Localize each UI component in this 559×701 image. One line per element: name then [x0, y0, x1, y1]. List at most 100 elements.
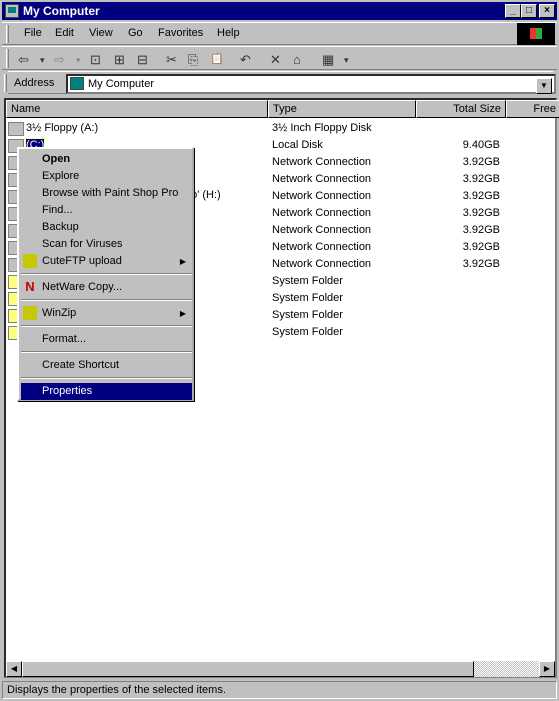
- menu-separator: [21, 273, 192, 275]
- menu-item-label: Open: [42, 153, 71, 165]
- scroll-right-button[interactable]: ▶: [539, 661, 555, 677]
- cut-button[interactable]: ✂: [166, 52, 177, 68]
- row-total-size: 3.92GB: [462, 207, 500, 219]
- menu-item-label: NetWare Copy...: [42, 281, 123, 293]
- row-total-size: 3.92GB: [462, 190, 500, 202]
- horizontal-scrollbar[interactable]: ◀ ▶: [6, 661, 555, 677]
- views-button[interactable]: ▦: [322, 52, 334, 68]
- copy-button[interactable]: ⎘: [188, 52, 198, 68]
- column-header-name[interactable]: Name: [6, 100, 268, 118]
- address-dropdown-button[interactable]: ▼: [536, 78, 552, 94]
- menu-item-label: Browse with Paint Shop Pro: [42, 187, 179, 199]
- window-title: My Computer: [23, 4, 100, 18]
- row-type: System Folder: [272, 292, 343, 304]
- menu-item-find[interactable]: Find...: [21, 202, 192, 219]
- menu-item-label: Explore: [42, 170, 80, 182]
- drive-icon: [8, 122, 24, 136]
- row-type: System Folder: [272, 275, 343, 287]
- column-header-free[interactable]: Free: [506, 100, 559, 118]
- menu-item-netware-copy[interactable]: N NetWare Copy...: [21, 279, 192, 296]
- address-bar: Address My Computer ▼: [4, 71, 556, 94]
- menu-grip[interactable]: [6, 25, 9, 43]
- menu-item-winzip[interactable]: WinZip ▶: [21, 305, 192, 322]
- row-total-size: 3.92GB: [462, 241, 500, 253]
- address-value: My Computer: [88, 78, 155, 90]
- scroll-track[interactable]: [474, 661, 539, 677]
- undo-button[interactable]: ↶: [240, 52, 251, 68]
- submenu-arrow-icon: ▶: [179, 309, 186, 318]
- menu-separator: [21, 377, 192, 379]
- menu-item-properties[interactable]: Properties: [21, 383, 192, 400]
- views-dropdown[interactable]: ▾: [344, 55, 349, 66]
- netware-icon: N: [25, 279, 35, 294]
- menu-view[interactable]: View: [89, 27, 113, 39]
- back-dropdown[interactable]: ▾: [40, 55, 45, 66]
- menu-item-label: Create Shortcut: [42, 359, 120, 371]
- toolbar: ⇦ ▾ ⇨ ▾ ⊡ ⊞ ⊟ ✂ ⎘ 📋 ↶ ✕ ⌂ ▦ ▾: [2, 46, 557, 70]
- row-type: Local Disk: [272, 139, 323, 151]
- menu-separator: [21, 299, 192, 301]
- paste-button[interactable]: 📋: [210, 52, 224, 65]
- title-bar: My Computer _ □ ×: [2, 2, 557, 20]
- row-total-size: 3.92GB: [462, 258, 500, 270]
- winzip-icon: [23, 306, 37, 320]
- computer-icon: [5, 4, 19, 18]
- back-button[interactable]: ⇦: [18, 52, 29, 68]
- menu-favorites[interactable]: Favorites: [158, 27, 203, 39]
- row-type: System Folder: [272, 326, 343, 338]
- menu-separator: [21, 325, 192, 327]
- menu-go[interactable]: Go: [128, 27, 143, 39]
- column-header-total-size[interactable]: Total Size: [416, 100, 506, 118]
- windows-logo-icon: [517, 23, 555, 45]
- row-total-size: 3.92GB: [462, 224, 500, 236]
- menu-item-scan-for-viruses[interactable]: Scan for Viruses: [21, 236, 192, 253]
- row-type: Network Connection: [272, 224, 372, 236]
- row-total-size: 3.92GB: [462, 156, 500, 168]
- row-type: Network Connection: [272, 156, 372, 168]
- scroll-thumb[interactable]: [22, 661, 474, 677]
- row-type: System Folder: [272, 309, 343, 321]
- close-button[interactable]: ×: [539, 4, 555, 18]
- toolbar-grip[interactable]: [6, 49, 9, 68]
- address-grip[interactable]: [4, 74, 7, 92]
- menu-item-label: WinZip: [42, 307, 77, 319]
- menu-file[interactable]: File: [24, 27, 42, 39]
- forward-dropdown[interactable]: ▾: [76, 55, 81, 66]
- disconnect-drive-button[interactable]: ⊟: [137, 52, 148, 68]
- row-type: Network Connection: [272, 207, 372, 219]
- context-menu: Open Explore Browse with Paint Shop Pro Fin…: [17, 147, 194, 401]
- row-type: Network Connection: [272, 241, 372, 253]
- address-input[interactable]: My Computer ▼: [66, 74, 556, 94]
- row-type: 3½ Inch Floppy Disk: [272, 122, 372, 134]
- menu-help[interactable]: Help: [217, 27, 240, 39]
- menu-item-format[interactable]: Format...: [21, 331, 192, 348]
- cuteftp-icon: [23, 254, 37, 268]
- menu-item-create-shortcut[interactable]: Create Shortcut: [21, 357, 192, 374]
- address-label: Address: [14, 77, 55, 89]
- delete-button[interactable]: ✕: [270, 52, 281, 68]
- minimize-button[interactable]: _: [505, 4, 521, 18]
- maximize-button[interactable]: □: [521, 4, 537, 18]
- column-header-type[interactable]: Type: [268, 100, 416, 118]
- row-total-size: 9.40GB: [462, 139, 500, 151]
- forward-button[interactable]: ⇨: [54, 52, 65, 68]
- menu-item-label: Backup: [42, 221, 79, 233]
- menu-item-browse-with-paint-shop-pro[interactable]: Browse with Paint Shop Pro: [21, 185, 192, 202]
- up-folder-button[interactable]: ⊡: [90, 52, 101, 68]
- properties-button[interactable]: ⌂: [293, 52, 301, 67]
- scroll-left-button[interactable]: ◀: [6, 661, 22, 677]
- menu-item-explore[interactable]: Explore: [21, 168, 192, 185]
- row-total-size: 3.92GB: [462, 173, 500, 185]
- menu-item-open[interactable]: Open: [21, 151, 192, 168]
- menu-edit[interactable]: Edit: [55, 27, 74, 39]
- row-type: Network Connection: [272, 173, 372, 185]
- row-type: Network Connection: [272, 258, 372, 270]
- row-name: 3½ Floppy (A:): [26, 122, 99, 134]
- table-row[interactable]: 3½ Floppy (A:) 3½ Inch Floppy Disk: [6, 120, 555, 137]
- menu-item-label: Format...: [42, 333, 87, 345]
- map-drive-button[interactable]: ⊞: [114, 52, 125, 68]
- menu-separator: [21, 351, 192, 353]
- menu-item-backup[interactable]: Backup: [21, 219, 192, 236]
- submenu-arrow-icon: ▶: [179, 257, 186, 266]
- menu-item-cuteftp-upload[interactable]: CuteFTP upload ▶: [21, 253, 192, 270]
